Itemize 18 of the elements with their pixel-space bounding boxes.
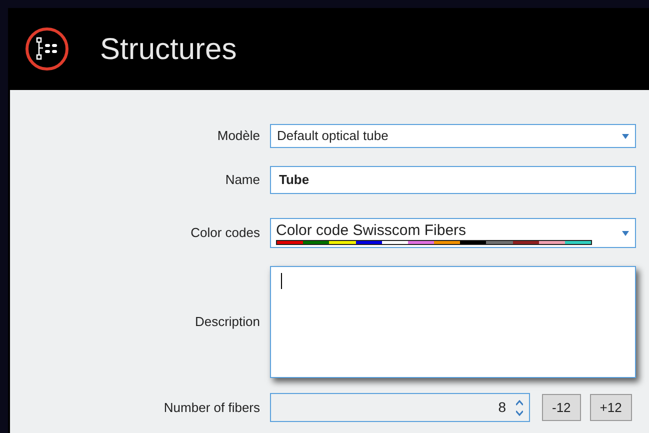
field-label: Modèle bbox=[216, 127, 260, 146]
step-button[interactable]: -12 bbox=[542, 394, 581, 421]
spinner-arrows-icon bbox=[516, 400, 523, 416]
page-title: Structures bbox=[100, 32, 237, 68]
fibers-number-field[interactable]: 8 bbox=[270, 393, 530, 422]
dropdown-arrow-icon bbox=[622, 134, 629, 138]
field-label: Number of fibers bbox=[162, 398, 260, 417]
step-button[interactable]: +12 bbox=[590, 394, 632, 421]
field-label: Name bbox=[224, 171, 260, 190]
dropdown-arrow-icon bbox=[622, 230, 629, 236]
description-field[interactable] bbox=[270, 266, 636, 378]
structure-tree-icon bbox=[24, 26, 70, 72]
color-code-dropdown[interactable]: Color code Swisscom Fibers bbox=[270, 218, 636, 248]
field-label: Color codes bbox=[190, 224, 260, 242]
model-dropdown[interactable]: Default optical tube bbox=[270, 124, 636, 148]
name-field[interactable]: Tube bbox=[270, 166, 636, 194]
text-cursor bbox=[281, 273, 282, 289]
field-label: Description bbox=[194, 313, 260, 332]
